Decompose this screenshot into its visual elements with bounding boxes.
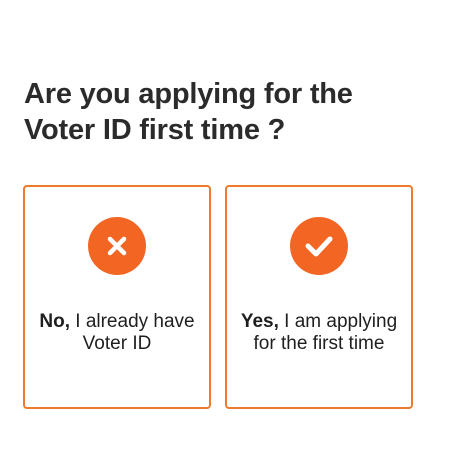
option-no-label: No, I already have Voter ID (31, 311, 203, 355)
option-no-text-line-2: Voter ID (82, 333, 152, 354)
option-no-bold: No, (39, 311, 70, 332)
option-no-card[interactable]: No, I already have Voter ID (23, 185, 211, 409)
option-no-text-line-1: I already have (69, 311, 195, 332)
option-yes-text-line-1: I am applying (278, 311, 398, 332)
question-heading: Are you applying for the Voter ID first … (24, 76, 424, 148)
option-yes-label: Yes, I am applying for the first time (233, 311, 405, 355)
option-yes-card[interactable]: Yes, I am applying for the first time (225, 185, 413, 409)
option-yes-bold: Yes, (240, 311, 279, 332)
option-yes-text-line-2: for the first time (253, 333, 385, 354)
close-icon (88, 217, 146, 275)
question-line-1: Are you applying for the (24, 78, 353, 110)
checkmark-icon (290, 217, 348, 275)
question-line-2: Voter ID first time ? (24, 114, 286, 146)
